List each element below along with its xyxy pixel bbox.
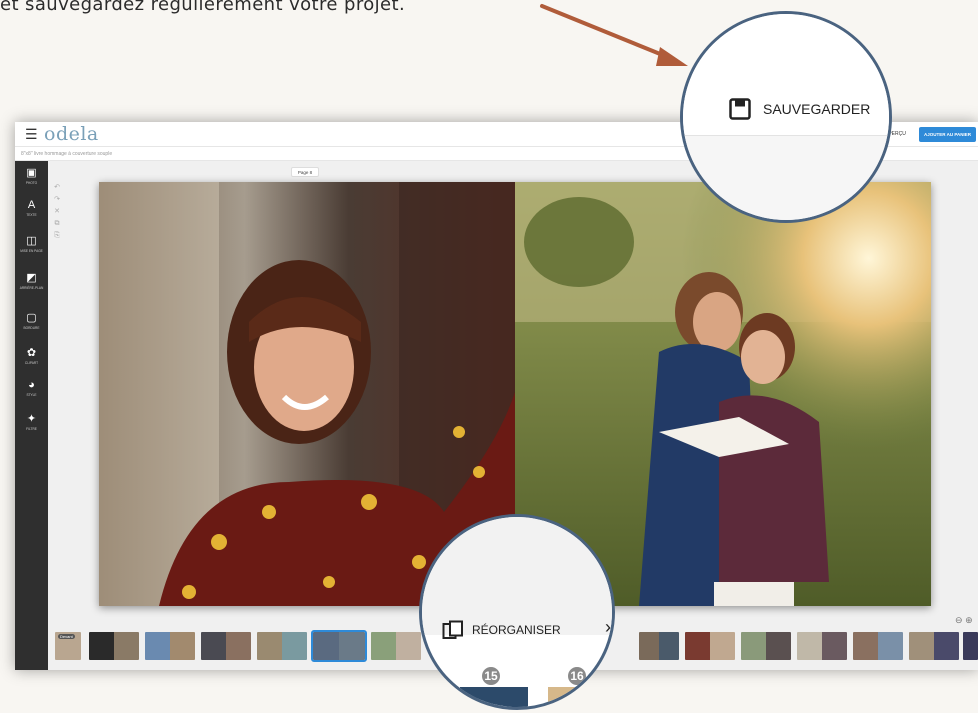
redo-icon[interactable]: ↷ (51, 194, 63, 206)
thumbnail-page-15[interactable] (460, 687, 528, 707)
zoom-in-icon[interactable]: ⊕ (965, 615, 973, 625)
reorganize-label: RÉORGANISER (472, 623, 561, 637)
thumbnail-page[interactable] (909, 632, 959, 660)
sparkle-icon: ✦ (26, 413, 37, 425)
delete-icon[interactable]: ✕ (51, 206, 63, 218)
thumbnail-page[interactable] (371, 632, 421, 660)
page-badge-15: 15 (480, 665, 502, 687)
paste-icon[interactable]: ⎘ (51, 230, 63, 242)
sidebar-item-clipart[interactable]: ✿ CLIPART (15, 347, 48, 365)
floppy-disk-icon (729, 98, 751, 120)
copy-icon[interactable]: ⧉ (51, 218, 63, 230)
image-icon: ▣ (26, 167, 37, 179)
thumbnail-page[interactable] (741, 632, 791, 660)
thumbnail-page-selected[interactable] (311, 630, 367, 662)
background-icon: ◩ (26, 272, 37, 284)
instruction-caption: et sauvegardez régulièrement votre proje… (0, 0, 406, 15)
thumbnail-page[interactable] (685, 632, 735, 660)
hamburger-icon[interactable]: ☰ (25, 126, 38, 143)
undo-icon[interactable]: ↶ (51, 182, 63, 194)
tool-sidebar: ▣ PHOTO A TEXTE ◫ MISE EN PAGE ◩ ARRIÈRE… (15, 161, 48, 670)
reorganize-icon (442, 620, 463, 639)
sidebar-item-filter[interactable]: ✦ FILTRE (15, 413, 48, 431)
reorganize-button[interactable]: RÉORGANISER (442, 620, 561, 640)
zoom-controls: ⊖ ⊕ (955, 615, 973, 626)
sidebar-item-text[interactable]: A TEXTE (15, 199, 48, 217)
edit-tools: ↶ ↷ ✕ ⧉ ⎘ (51, 182, 63, 242)
reorganize-zoom-callout: RÉORGANISER › 15 16 (419, 514, 615, 710)
clipart-icon: ✿ (26, 347, 37, 359)
sidebar-item-style[interactable]: ◕ STYLE (15, 379, 48, 397)
thumbnail-cover[interactable]: Devant (55, 632, 81, 660)
chevron-right-icon[interactable]: › (605, 617, 611, 638)
border-icon: ▢ (26, 312, 37, 324)
save-label: SAUVEGARDER (763, 101, 871, 117)
thumbnail-page[interactable] (963, 632, 978, 660)
palette-icon: ◕ (28, 379, 35, 391)
thumbnail-page[interactable] (639, 632, 679, 660)
layout-icon: ◫ (26, 235, 37, 247)
save-zoom-callout: SAUVEGARDER (680, 11, 892, 223)
sidebar-item-photo[interactable]: ▣ PHOTO (15, 167, 48, 185)
text-icon: A (27, 199, 36, 211)
add-to-cart-button[interactable]: AJOUTER AU PANIER (919, 127, 976, 142)
thumbnail-page[interactable] (853, 632, 903, 660)
thumbnail-page-16[interactable] (548, 687, 598, 707)
thumbnail-page[interactable] (201, 632, 251, 660)
sidebar-item-border[interactable]: ▢ BORDURE (15, 312, 48, 330)
thumbnail-page[interactable] (257, 632, 307, 660)
thumbnail-page[interactable] (145, 632, 195, 660)
project-title[interactable]: 8"x8" livre hommage à couverture souple (21, 151, 112, 157)
brand-logo[interactable]: odela (44, 123, 99, 145)
sidebar-item-background[interactable]: ◩ ARRIÈRE-PLAN (15, 272, 48, 290)
save-button[interactable]: SAUVEGARDER (729, 98, 870, 120)
thumbnail-page[interactable] (89, 632, 139, 660)
page-badge-16: 16 (566, 665, 588, 687)
page-label: Page 8 (291, 167, 319, 177)
sidebar-item-layout[interactable]: ◫ MISE EN PAGE (15, 235, 48, 253)
zoom-out-icon[interactable]: ⊖ (955, 615, 963, 625)
thumbnail-page[interactable] (797, 632, 847, 660)
